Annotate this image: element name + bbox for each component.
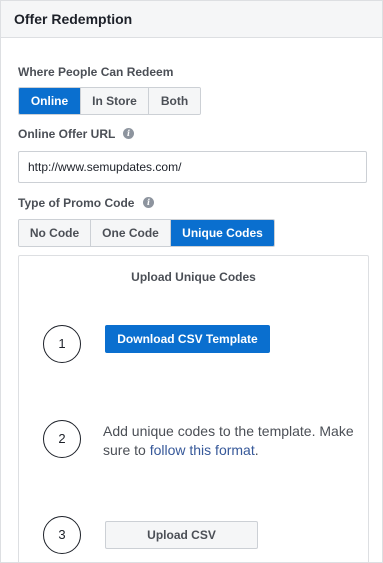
step-1-circle: 1 — [43, 325, 81, 363]
step-3-circle: 3 — [43, 516, 81, 554]
redeem-label: Where People Can Redeem — [18, 65, 174, 79]
upload-csv-button[interactable]: Upload CSV — [105, 521, 258, 549]
promo-option-unique-codes[interactable]: Unique Codes — [171, 220, 274, 246]
step-2-text-after: . — [254, 442, 259, 458]
promo-option-one-code[interactable]: One Code — [91, 220, 171, 246]
info-icon[interactable]: i — [123, 128, 134, 139]
promo-segmented-control: No Code One Code Unique Codes — [18, 219, 275, 247]
download-csv-template-button[interactable]: Download CSV Template — [105, 325, 270, 353]
upload-unique-codes-box: Upload Unique Codes 1 Download CSV Templ… — [18, 255, 369, 563]
info-icon[interactable]: i — [143, 197, 154, 208]
url-input[interactable] — [18, 151, 367, 183]
promo-label: Type of Promo Code — [18, 196, 135, 210]
promo-option-no-code[interactable]: No Code — [19, 220, 91, 246]
follow-format-link[interactable]: follow this format — [150, 442, 255, 458]
redeem-option-in-store[interactable]: In Store — [81, 88, 149, 114]
panel-title: Offer Redemption — [14, 11, 133, 27]
url-label: Online Offer URL — [18, 127, 116, 141]
panel-header: Offer Redemption — [1, 1, 382, 38]
step-2-circle: 2 — [43, 420, 81, 458]
upload-title: Upload Unique Codes — [131, 270, 256, 284]
redeem-segmented-control: Online In Store Both — [18, 87, 201, 115]
offer-redemption-panel: Offer Redemption Where People Can Redeem… — [0, 0, 383, 563]
redeem-option-online[interactable]: Online — [19, 88, 81, 114]
step-2-text: Add unique codes to the template. Make s… — [103, 422, 361, 460]
redeem-option-both[interactable]: Both — [149, 88, 200, 114]
